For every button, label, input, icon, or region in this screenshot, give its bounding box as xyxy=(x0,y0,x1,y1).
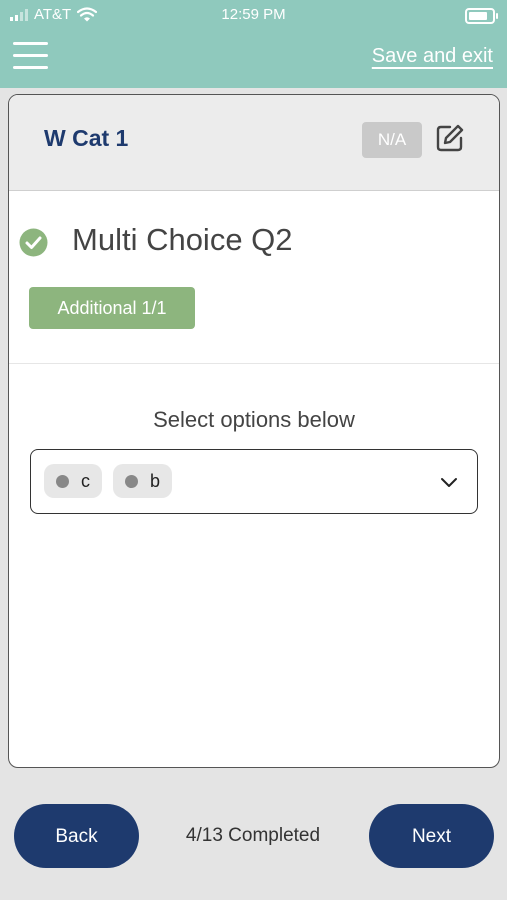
hamburger-menu-icon[interactable] xyxy=(13,42,48,70)
question-title: Multi Choice Q2 xyxy=(72,222,293,257)
status-bar: AT&T 12:59 PM xyxy=(0,0,507,30)
select-options-label: Select options below xyxy=(153,407,355,432)
next-button[interactable]: Next xyxy=(369,804,494,868)
additional-badge[interactable]: Additional 1/1 xyxy=(29,287,195,329)
chevron-down-icon[interactable] xyxy=(439,472,459,492)
back-button[interactable]: Back xyxy=(14,804,139,868)
save-and-exit-link[interactable]: Save and exit xyxy=(372,45,493,68)
card-title: W Cat 1 xyxy=(44,125,129,151)
edit-icon[interactable] xyxy=(435,123,465,153)
chip-label: c xyxy=(81,470,90,491)
battery-icon xyxy=(465,8,498,24)
na-button[interactable]: N/A xyxy=(362,122,422,158)
check-circle-icon xyxy=(19,228,48,257)
card-header: W Cat 1 N/A xyxy=(9,95,499,191)
options-multiselect[interactable]: c b xyxy=(30,449,478,514)
progress-text: 4/13 Completed xyxy=(185,825,321,846)
status-time: 12:59 PM xyxy=(221,6,286,23)
bullet-icon xyxy=(125,474,138,488)
bullet-icon xyxy=(56,474,69,488)
selected-option-chip[interactable]: b xyxy=(113,464,173,498)
selected-option-chip[interactable]: c xyxy=(44,464,102,498)
app-header: AT&T 12:59 PM Save and exit xyxy=(0,0,507,88)
chip-label: b xyxy=(150,470,161,491)
divider xyxy=(9,363,499,364)
question-card: W Cat 1 N/A Multi Choice Q2 Additional 1… xyxy=(8,94,500,768)
